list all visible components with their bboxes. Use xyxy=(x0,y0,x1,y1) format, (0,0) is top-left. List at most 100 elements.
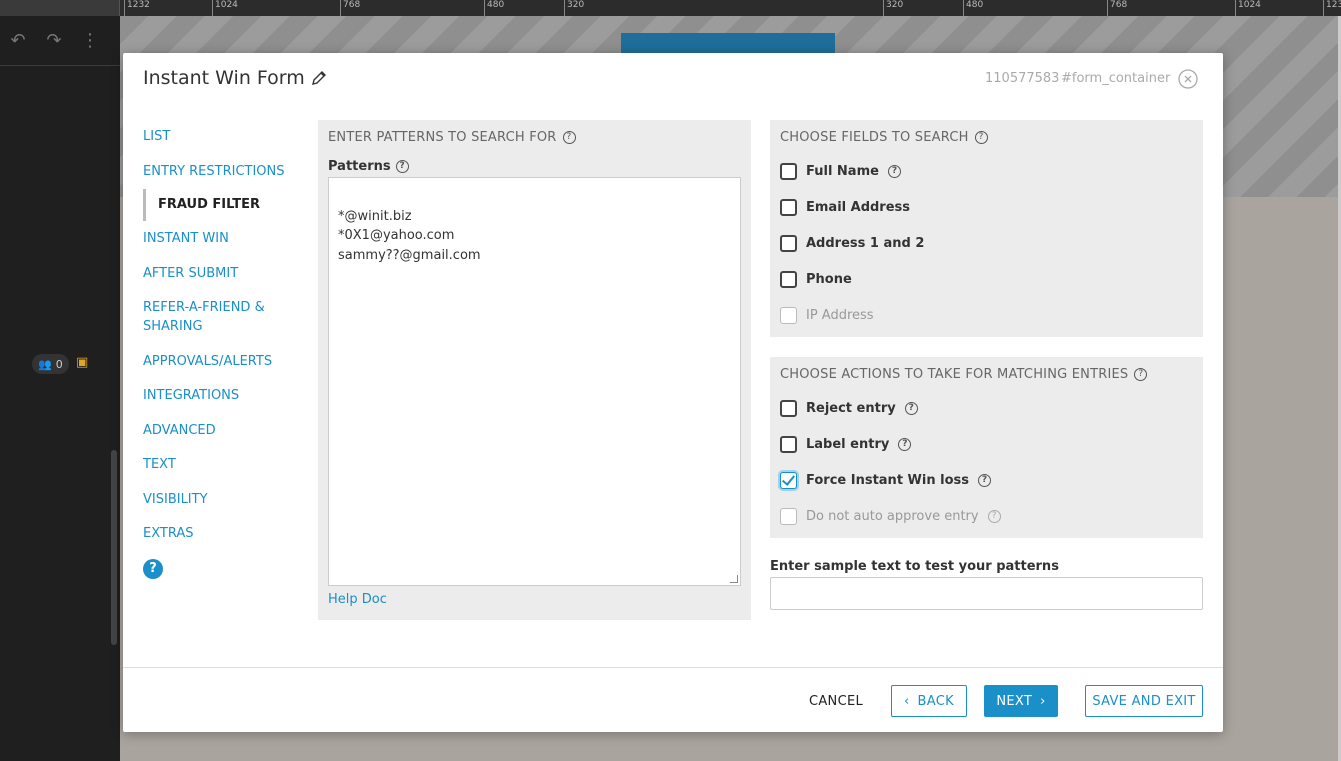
undo-icon[interactable]: ↶ xyxy=(8,30,28,51)
save-and-exit-button[interactable]: SAVE AND EXIT xyxy=(1085,685,1203,717)
field-option-email-address[interactable]: Email Address xyxy=(780,189,1193,225)
nav-item-approvals-alerts[interactable]: APPROVALS/ALERTS xyxy=(143,352,293,371)
nav-item-extras[interactable]: EXTRAS xyxy=(143,524,293,543)
gift-icon[interactable]: ▣ xyxy=(76,356,90,370)
patterns-panel: ENTER PATTERNS TO SEARCH FOR ? Patterns … xyxy=(318,120,751,620)
fields-heading: CHOOSE FIELDS TO SEARCH ? xyxy=(780,130,1193,145)
ruler-tick: 320 xyxy=(883,0,903,16)
sample-text-label: Enter sample text to test your patterns xyxy=(770,559,1059,574)
nav-item-list[interactable]: LIST xyxy=(143,127,293,146)
resize-grip-icon[interactable] xyxy=(730,575,738,583)
help-circle-icon[interactable]: ? xyxy=(1134,368,1148,381)
chevron-left-icon: ‹ xyxy=(904,693,910,709)
back-label: BACK xyxy=(917,693,954,709)
field-option-label: Email Address xyxy=(806,199,911,215)
actions-panel: CHOOSE ACTIONS TO TAKE FOR MATCHING ENTR… xyxy=(770,357,1203,538)
action-option-label: Do not auto approve entry xyxy=(806,508,979,524)
help-circle-icon[interactable]: ? xyxy=(887,164,901,178)
address-checkbox[interactable] xyxy=(780,234,797,252)
nav-item-refer-a-friend[interactable]: REFER-A-FRIEND & SHARING xyxy=(143,298,273,336)
action-option-do-not-auto-approve: Do not auto approve entry ? xyxy=(780,498,1193,534)
users-icon: 👥 xyxy=(38,357,52,371)
nav-item-advanced[interactable]: ADVANCED xyxy=(143,421,293,440)
ruler-tick: 1232 xyxy=(124,0,150,16)
nav-item-fraud-filter[interactable]: FRAUD FILTER xyxy=(143,189,293,221)
left-rail: ↶ ↷ ⋮ 👥 0 ▣ xyxy=(0,0,120,761)
cancel-label: CANCEL xyxy=(808,693,864,709)
help-icon[interactable]: ? xyxy=(143,558,163,579)
help-circle-icon[interactable]: ? xyxy=(978,473,991,487)
ruler-tick: 1024 xyxy=(1235,0,1261,16)
help-circle-icon: ? xyxy=(987,509,1001,523)
action-option-reject-entry[interactable]: Reject entry ? xyxy=(780,390,1193,426)
action-option-force-instant-win-loss[interactable]: Force Instant Win loss ? xyxy=(780,462,1193,498)
help-circle-icon[interactable]: ? xyxy=(974,131,988,144)
reject-entry-checkbox[interactable] xyxy=(780,399,797,417)
action-option-label: Force Instant Win loss xyxy=(806,472,969,488)
ruler-tick: 480 xyxy=(484,0,504,16)
users-count: 0 xyxy=(55,357,63,371)
field-option-label: Address 1 and 2 xyxy=(806,235,925,251)
patterns-label: Patterns ? xyxy=(328,159,741,174)
phone-checkbox[interactable] xyxy=(780,270,797,288)
nav-item-visibility[interactable]: VISIBILITY xyxy=(143,490,293,509)
nav-item-entry-restrictions[interactable]: ENTRY RESTRICTIONS xyxy=(143,162,293,181)
action-option-label-entry[interactable]: Label entry ? xyxy=(780,426,1193,462)
action-option-label: Reject entry xyxy=(806,400,896,416)
footer-divider xyxy=(123,667,1223,668)
nav-item-instant-win[interactable]: INSTANT WIN xyxy=(143,229,293,248)
ruler-tick: 768 xyxy=(1107,0,1127,16)
form-id: 110577583 xyxy=(985,71,1060,86)
field-option-full-name[interactable]: Full Name ? xyxy=(780,153,1193,189)
nav-item-integrations[interactable]: INTEGRATIONS xyxy=(143,386,293,405)
patterns-heading-text: ENTER PATTERNS TO SEARCH FOR xyxy=(328,130,557,145)
help-circle-icon[interactable]: ? xyxy=(395,160,409,173)
cancel-button[interactable]: CANCEL xyxy=(793,685,879,717)
nav-item-after-submit[interactable]: AFTER SUBMIT xyxy=(143,264,293,283)
instant-win-form-modal: Instant Win Form 110577583 #form_contain… xyxy=(123,53,1223,732)
help-doc-link[interactable]: Help Doc xyxy=(328,592,741,607)
field-option-address[interactable]: Address 1 and 2 xyxy=(780,225,1193,261)
close-icon[interactable] xyxy=(1178,69,1198,89)
redo-icon[interactable]: ↷ xyxy=(44,30,64,51)
pencil-icon[interactable] xyxy=(311,70,327,86)
field-option-label: IP Address xyxy=(806,307,874,323)
ruler-tick: 768 xyxy=(340,0,360,16)
more-vertical-icon[interactable]: ⋮ xyxy=(80,30,100,51)
patterns-value: *@winit.biz *0X1@yahoo.com sammy??@gmail… xyxy=(338,208,481,263)
field-option-label: Full Name xyxy=(806,163,879,179)
help-circle-icon[interactable]: ? xyxy=(562,131,576,144)
full-name-checkbox[interactable] xyxy=(780,162,797,180)
rail-top xyxy=(0,0,120,16)
next-button[interactable]: NEXT › xyxy=(984,685,1058,717)
do-not-auto-approve-checkbox xyxy=(780,507,797,525)
canvas-element xyxy=(621,33,835,55)
action-option-label: Label entry xyxy=(806,436,890,452)
field-option-phone[interactable]: Phone xyxy=(780,261,1193,297)
actions-heading-text: CHOOSE ACTIONS TO TAKE FOR MATCHING ENTR… xyxy=(780,367,1129,382)
email-address-checkbox[interactable] xyxy=(780,198,797,216)
patterns-label-text: Patterns xyxy=(328,159,391,174)
users-badge[interactable]: 👥 0 xyxy=(32,354,69,374)
back-button[interactable]: ‹ BACK xyxy=(891,685,967,717)
ruler-tick: 480 xyxy=(963,0,983,16)
fields-panel: CHOOSE FIELDS TO SEARCH ? Full Name ? Em… xyxy=(770,120,1203,337)
ip-address-checkbox xyxy=(780,306,797,324)
help-circle-icon[interactable]: ? xyxy=(904,401,918,415)
sample-text-input[interactable] xyxy=(770,577,1203,610)
field-option-ip-address: IP Address xyxy=(780,297,1193,333)
force-instant-win-loss-checkbox[interactable] xyxy=(780,471,797,489)
patterns-textarea[interactable]: *@winit.biz *0X1@yahoo.com sammy??@gmail… xyxy=(328,177,741,586)
label-entry-checkbox[interactable] xyxy=(780,435,797,453)
ruler-tick: 123 xyxy=(1323,0,1341,16)
field-option-label: Phone xyxy=(806,271,852,287)
actions-heading: CHOOSE ACTIONS TO TAKE FOR MATCHING ENTR… xyxy=(780,367,1193,382)
editor-toolbar: ↶ ↷ ⋮ xyxy=(0,16,120,66)
chevron-right-icon: › xyxy=(1040,693,1046,709)
rail-scrollbar[interactable] xyxy=(111,450,117,645)
help-circle-icon[interactable]: ? xyxy=(898,437,912,451)
save-and-exit-label: SAVE AND EXIT xyxy=(1092,693,1196,709)
nav-item-text[interactable]: TEXT xyxy=(143,455,293,474)
ruler: 1232 1024 768 480 320 320 480 768 1024 1… xyxy=(120,0,1341,16)
form-container-id: #form_container xyxy=(1061,71,1171,86)
